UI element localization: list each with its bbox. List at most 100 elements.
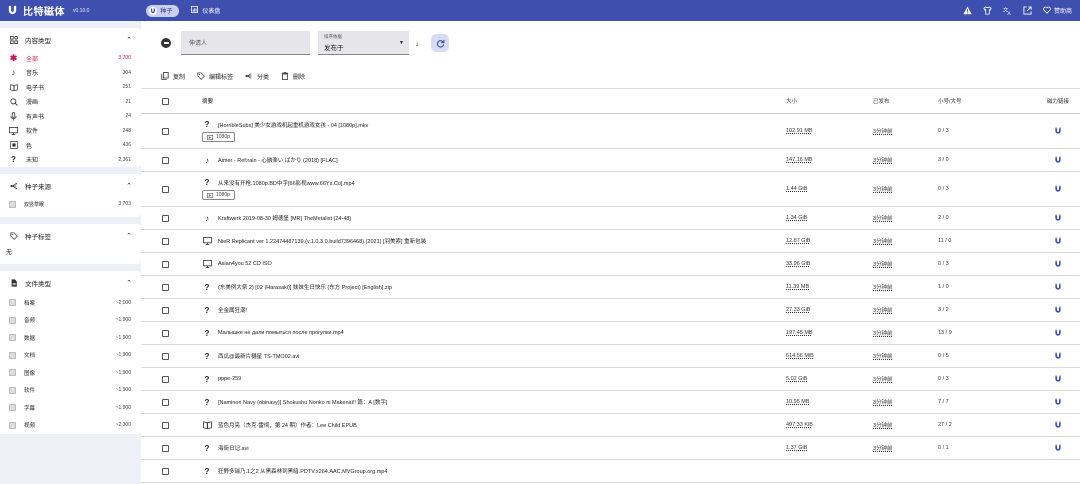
- content-type-row[interactable]: ✱ 全部 3,700: [0, 51, 141, 66]
- source-row[interactable]: 双竖草眠 3,703: [0, 197, 141, 217]
- row-name-cell[interactable]: ? 西瓜@最新片樋星 TS-TMO02.avi: [202, 352, 786, 361]
- row-name-cell[interactable]: ? 狂野多瑞乃.1之2 从黑森林到黑暗.PDTV.x264.AAC.MVGroup…: [202, 467, 786, 476]
- row-checkbox[interactable]: [141, 375, 202, 383]
- table-row[interactable]: ? 海街日记.avi 1.37 GiB 3分钟前 0 / 1: [141, 437, 1080, 460]
- table-row[interactable]: ? pppe-259 5.02 GiB 3分钟前 0 / 3: [141, 368, 1080, 391]
- torrent-name[interactable]: 狂野多瑞乃.1之2 从黑森林到黑暗.PDTV.x264.AAC.MVGroup.…: [218, 467, 387, 475]
- file-type-checkbox[interactable]: [9, 351, 16, 359]
- torrent-name[interactable]: 西瓜@最新片樋星 TS-TMO02.avi: [218, 352, 299, 360]
- chevron-up-icon[interactable]: ⌃: [126, 279, 132, 287]
- row-name-cell[interactable]: ? Малышке не дали помыться после прогулки…: [202, 329, 786, 338]
- torrent-name[interactable]: 蓝色月亮（杰克·雷彻，第 24 期）作者：Lee Child EPUB: [218, 421, 357, 429]
- file-type-row[interactable]: 视频 ~2,300: [0, 417, 141, 435]
- row-checkbox[interactable]: [141, 127, 202, 135]
- header-size[interactable]: 大小: [786, 97, 873, 105]
- magnet-link-icon[interactable]: [1038, 352, 1078, 360]
- row-checkbox[interactable]: [141, 237, 202, 245]
- torrent-name[interactable]: NieR Replicant ver 1.22474487139.(v.1.0.…: [218, 237, 426, 245]
- table-row[interactable]: Asian4you 52 CD ISO 33.96 GiB 3分钟前 0 / 3: [141, 253, 1080, 276]
- file-type-checkbox[interactable]: [9, 334, 16, 342]
- file-type-row[interactable]: 文档 ~1,900: [0, 347, 141, 365]
- row-checkbox[interactable]: [141, 283, 202, 291]
- sort-select[interactable]: 排序依据 发布于 ▼: [318, 31, 409, 55]
- row-checkbox[interactable]: [141, 185, 202, 193]
- chevron-up-icon[interactable]: ⌃: [126, 36, 132, 44]
- file-type-checkbox[interactable]: [9, 299, 16, 307]
- torrent-name[interactable]: 全金属狂潮!: [218, 306, 247, 314]
- torrent-name[interactable]: Малышке не дали помыться после прогулки.…: [218, 330, 344, 336]
- table-row[interactable]: ? 从来没有开枪.1080p.BD中字[66影视www.66Ys.Co].mp4 1…: [141, 172, 1080, 207]
- table-row[interactable]: ? Малышке не дали помыться после прогулки…: [141, 322, 1080, 345]
- file-type-checkbox[interactable]: [9, 404, 16, 412]
- table-row[interactable]: ? (东美例大祭 2) [02 (Harasaki)] 妹妹生日快乐 (东方 Pr…: [141, 276, 1080, 299]
- header-peers[interactable]: 小号/大号: [938, 97, 1038, 105]
- torrent-name[interactable]: Kraftwerk 2019-08-30 姆德堡 [MR] TheMetalis…: [218, 214, 351, 222]
- file-type-row[interactable]: 数据 ~1,900: [0, 329, 141, 347]
- row-checkbox[interactable]: [141, 214, 202, 222]
- table-row[interactable]: ? 全金属狂潮! 27.33 GiB 3分钟前 3 / 2: [141, 299, 1080, 322]
- edit-tags-button[interactable]: 编辑标签: [197, 71, 233, 82]
- table-row[interactable]: ? 狂野多瑞乃.1之2 从黑森林到黑暗.PDTV.x264.AAC.MVGroup…: [141, 460, 1080, 483]
- table-row[interactable]: ♪ Aimer - Ref:rain - 心融楽い ばかり (2018) [FLA…: [141, 149, 1080, 172]
- row-name-cell[interactable]: 蓝色月亮（杰克·雷彻，第 24 期）作者：Lee Child EPUB: [202, 421, 786, 429]
- header-published[interactable]: 已发布: [873, 97, 938, 105]
- row-name-cell[interactable]: ? 海街日记.avi: [202, 444, 786, 453]
- file-type-checkbox[interactable]: [9, 386, 16, 394]
- magnet-link-icon[interactable]: [1038, 329, 1078, 337]
- chevron-up-icon[interactable]: ⌃: [126, 232, 132, 240]
- content-type-row[interactable]: 色 436: [0, 138, 141, 153]
- magnet-link-icon[interactable]: [1038, 398, 1078, 406]
- table-row[interactable]: ♪ Kraftwerk 2019-08-30 姆德堡 [MR] TheMetali…: [141, 207, 1080, 230]
- torrent-name[interactable]: Asian4you 52 CD ISO: [218, 261, 272, 267]
- magnet-link-icon[interactable]: [1038, 421, 1078, 429]
- search-input[interactable]: 伸请人: [181, 31, 310, 55]
- magnet-link-icon[interactable]: [1038, 260, 1078, 268]
- content-type-row[interactable]: ? 未知 2,361: [0, 153, 141, 168]
- row-name-cell[interactable]: ? [Naminori Navy (obinavy)] Shokushu Nonk…: [202, 398, 786, 407]
- content-type-row[interactable]: ♪ 音乐 304: [0, 66, 141, 81]
- facet-torrent-source-header[interactable]: 种子来源 ⌃: [0, 174, 141, 197]
- warning-icon[interactable]: [963, 6, 973, 16]
- chevron-up-icon[interactable]: ⌃: [126, 182, 132, 190]
- source-checkbox[interactable]: [9, 200, 16, 208]
- table-row[interactable]: NieR Replicant ver 1.22474487139.(v.1.0.…: [141, 230, 1080, 253]
- external-link-icon[interactable]: [1023, 6, 1033, 16]
- refresh-button[interactable]: [431, 34, 449, 52]
- tab-dashboard[interactable]: 仪表盘: [191, 5, 220, 15]
- magnet-link-icon[interactable]: [1038, 156, 1078, 164]
- magnet-link-icon[interactable]: [1038, 306, 1078, 314]
- row-name-cell[interactable]: ? pppe-259: [202, 375, 786, 384]
- facet-content-type-header[interactable]: 内容类型 ⌃: [0, 28, 141, 51]
- content-type-row[interactable]: 有声书 24: [0, 109, 141, 124]
- row-checkbox[interactable]: [141, 329, 202, 337]
- content-type-row[interactable]: 软件 248: [0, 124, 141, 139]
- row-name-cell[interactable]: ? [HorribleSubs] 美少女游戏机起重机游戏女孩 - 04 [1080…: [202, 120, 786, 142]
- row-checkbox[interactable]: [141, 260, 202, 268]
- donate-button[interactable]: 赞助商: [1043, 6, 1072, 16]
- row-name-cell[interactable]: NieR Replicant ver 1.22474487139.(v.1.0.…: [202, 237, 786, 245]
- file-type-row[interactable]: 图像 ~1,900: [0, 364, 141, 382]
- row-name-cell[interactable]: ? (东美例大祭 2) [02 (Harasaki)] 妹妹生日快乐 (东方 Pr…: [202, 283, 786, 292]
- resolution-tag[interactable]: 1080p: [202, 132, 235, 142]
- row-checkbox[interactable]: [141, 421, 202, 429]
- row-checkbox[interactable]: [141, 398, 202, 406]
- file-type-row[interactable]: 音频 ~1,900: [0, 312, 141, 330]
- torrent-name[interactable]: 海街日记.avi: [218, 444, 249, 452]
- copy-button[interactable]: 复制: [161, 71, 185, 82]
- table-row[interactable]: ? 西瓜@最新片樋星 TS-TMO02.avi 614.56 MiB 3分钟前 0 / …: [141, 345, 1080, 368]
- shirt-icon[interactable]: [983, 6, 993, 16]
- magnet-link-icon[interactable]: [1038, 283, 1078, 291]
- tab-torrents[interactable]: 种子: [146, 4, 180, 17]
- row-name-cell[interactable]: ? 全金属狂潮!: [202, 306, 786, 315]
- sort-direction-icon[interactable]: ↓: [415, 39, 419, 48]
- file-type-checkbox[interactable]: [9, 369, 16, 377]
- magnet-link-icon[interactable]: [1038, 127, 1078, 135]
- row-name-cell[interactable]: ♪ Aimer - Ref:rain - 心融楽い ばかり (2018) [FLA…: [202, 156, 786, 165]
- torrent-name[interactable]: [Naminori Navy (obinavy)] Shokushu Nonko…: [218, 398, 387, 406]
- magnet-link-icon[interactable]: [1038, 185, 1078, 193]
- magnet-link-icon[interactable]: [1038, 375, 1078, 383]
- row-checkbox[interactable]: [141, 444, 202, 452]
- classify-button[interactable]: 分类: [245, 72, 269, 82]
- row-checkbox[interactable]: [141, 352, 202, 360]
- facet-torrent-tags-header[interactable]: 种子标签 ⌃: [0, 224, 141, 247]
